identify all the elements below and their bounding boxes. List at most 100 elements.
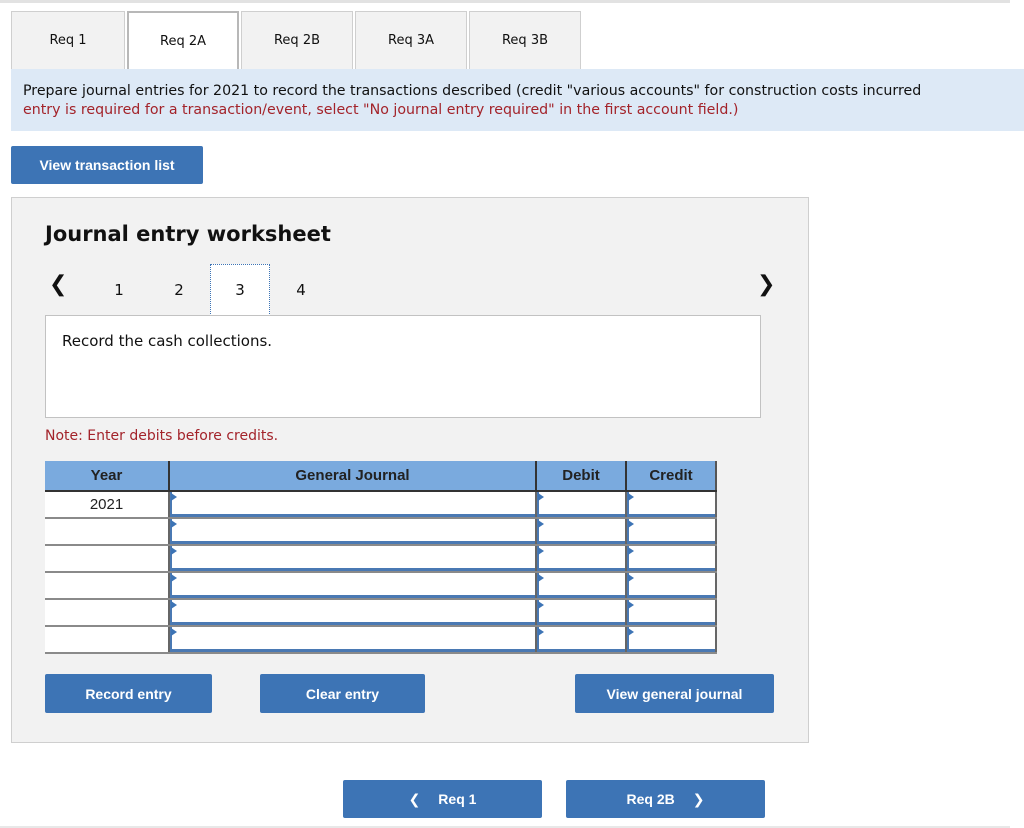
page-3[interactable]: 3 [210, 264, 270, 316]
credit-cell [626, 599, 717, 627]
debit-cell [536, 572, 627, 600]
entry-marker-icon [628, 628, 634, 636]
tab-req-2b[interactable]: Req 2B [241, 11, 353, 69]
entry-marker-icon [171, 547, 177, 555]
chevron-left-icon[interactable]: ❮ [49, 272, 67, 297]
entry-marker-icon [628, 520, 634, 528]
credit-input[interactable] [627, 573, 715, 598]
instructions-line-1: Prepare journal entries for 2021 to reco… [23, 83, 922, 99]
next-req-label: Req 2B [626, 791, 675, 807]
credit-cell [626, 572, 717, 600]
table-row: 2021 [45, 491, 717, 519]
table-row [45, 572, 717, 600]
tab-req-3b[interactable]: Req 3B [469, 11, 581, 69]
prev-req-label: Req 1 [438, 791, 477, 807]
prev-req-button[interactable]: ❮ Req 1 [343, 780, 542, 818]
view-general-journal-button[interactable]: View general journal [575, 674, 774, 713]
header-credit: Credit [626, 461, 717, 492]
debit-cell [536, 626, 627, 654]
year-cell [45, 545, 170, 573]
clear-entry-button[interactable]: Clear entry [260, 674, 425, 713]
debit-input[interactable] [537, 492, 625, 517]
credit-input[interactable] [627, 492, 715, 517]
credit-input[interactable] [627, 600, 715, 625]
account-input[interactable] [170, 519, 535, 544]
debit-input[interactable] [537, 573, 625, 598]
header-debit: Debit [536, 461, 627, 492]
year-cell [45, 599, 170, 627]
year-cell [45, 518, 170, 546]
debit-cell [536, 545, 627, 573]
credit-cell [626, 518, 717, 546]
table-row [45, 545, 717, 573]
view-transaction-list-button[interactable]: View transaction list [11, 146, 203, 184]
entry-marker-icon [171, 493, 177, 501]
entry-marker-icon [171, 601, 177, 609]
header-general-journal: General Journal [169, 461, 537, 492]
account-input[interactable] [170, 492, 535, 517]
chevron-left-icon: ❮ [408, 790, 421, 807]
entry-marker-icon [538, 574, 544, 582]
account-cell [169, 626, 537, 654]
entry-marker-icon [628, 601, 634, 609]
account-cell [169, 572, 537, 600]
chevron-right-icon[interactable]: ❯ [757, 272, 775, 297]
account-cell [169, 491, 537, 519]
record-entry-button[interactable]: Record entry [45, 674, 212, 713]
journal-entry-worksheet: Journal entry worksheet ❮ 1 2 3 4 ❯ Reco… [11, 197, 809, 743]
page-2[interactable]: 2 [149, 266, 209, 314]
credit-input[interactable] [627, 546, 715, 571]
table-row [45, 518, 717, 546]
account-cell [169, 545, 537, 573]
debit-input[interactable] [537, 627, 625, 652]
journal-table: Year General Journal Debit Credit 2021 [45, 461, 717, 654]
credit-input[interactable] [627, 627, 715, 652]
debit-cell [536, 599, 627, 627]
worksheet-title: Journal entry worksheet [45, 222, 331, 246]
page-4[interactable]: 4 [271, 266, 331, 314]
year-cell: 2021 [45, 491, 170, 519]
instructions-banner: Prepare journal entries for 2021 to reco… [11, 69, 1024, 131]
debit-cell [536, 518, 627, 546]
account-cell [169, 599, 537, 627]
header-year: Year [45, 461, 170, 492]
debit-input[interactable] [537, 600, 625, 625]
credit-cell [626, 491, 717, 519]
entry-marker-icon [171, 520, 177, 528]
account-input[interactable] [170, 627, 535, 652]
entry-marker-icon [538, 628, 544, 636]
year-cell [45, 626, 170, 654]
entry-marker-icon [538, 547, 544, 555]
debit-input[interactable] [537, 546, 625, 571]
account-cell [169, 518, 537, 546]
top-divider [0, 0, 1010, 3]
account-input[interactable] [170, 573, 535, 598]
entry-marker-icon [628, 574, 634, 582]
year-cell [45, 572, 170, 600]
entry-marker-icon [538, 493, 544, 501]
table-row [45, 626, 717, 654]
tab-req-2a[interactable]: Req 2A [127, 11, 239, 69]
page-1[interactable]: 1 [89, 266, 149, 314]
tab-req-3a[interactable]: Req 3A [355, 11, 467, 69]
credit-cell [626, 545, 717, 573]
account-input[interactable] [170, 600, 535, 625]
entry-marker-icon [171, 628, 177, 636]
account-input[interactable] [170, 546, 535, 571]
entry-marker-icon [628, 493, 634, 501]
entry-marker-icon [171, 574, 177, 582]
credit-cell [626, 626, 717, 654]
entry-marker-icon [538, 520, 544, 528]
entry-marker-icon [628, 547, 634, 555]
debit-cell [536, 491, 627, 519]
tab-req-1[interactable]: Req 1 [11, 11, 125, 69]
entry-pager: ❮ 1 2 3 4 ❯ [12, 262, 808, 316]
transaction-description: Record the cash collections. [45, 315, 761, 418]
next-req-button[interactable]: Req 2B ❯ [566, 780, 765, 818]
credit-input[interactable] [627, 519, 715, 544]
debit-input[interactable] [537, 519, 625, 544]
description-text: Record the cash collections. [62, 332, 273, 350]
instructions-line-2: entry is required for a transaction/even… [23, 102, 739, 118]
chevron-right-icon: ❯ [692, 790, 705, 807]
debits-note: Note: Enter debits before credits. [45, 428, 279, 444]
